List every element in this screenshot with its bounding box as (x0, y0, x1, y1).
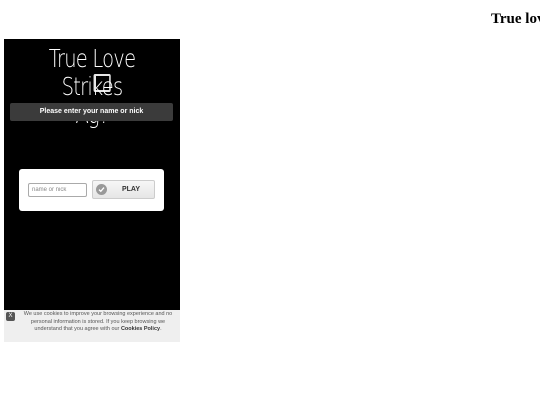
cookie-suffix: . (160, 326, 162, 332)
check-icon (96, 184, 107, 195)
broken-glyph-icon (93, 74, 111, 92)
cookie-close-button[interactable]: X (6, 312, 15, 321)
cookies-policy-link[interactable]: Cookies Policy (121, 326, 160, 332)
page-heading: True lov (491, 11, 540, 27)
game-title-line1: True Love Strikes (48, 44, 136, 101)
page: True lov True Love Strikes Ag? Please en… (0, 0, 540, 405)
name-input[interactable] (28, 183, 87, 197)
cookie-text: We use cookies to improve your browsing … (17, 311, 179, 334)
play-button[interactable]: PLAY (92, 180, 155, 199)
play-label: PLAY (121, 186, 141, 193)
name-prompt: Please enter your name or nick (10, 103, 173, 121)
cookie-banner: X We use cookies to improve your browsin… (4, 310, 180, 342)
login-box: PLAY (19, 169, 164, 211)
game-frame: True Love Strikes Ag? Please enter your … (4, 39, 180, 310)
